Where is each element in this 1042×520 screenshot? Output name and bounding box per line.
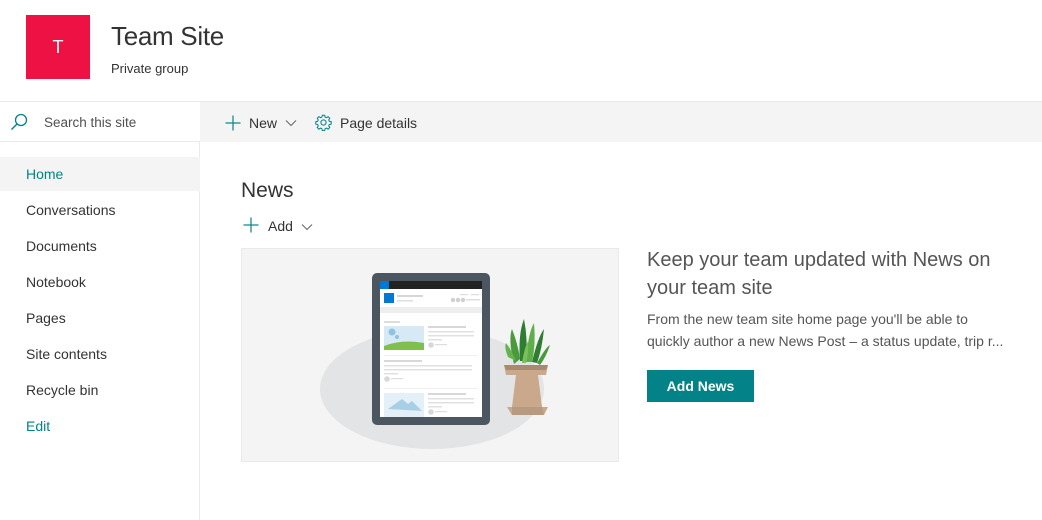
site-title[interactable]: Team Site — [111, 21, 224, 52]
search-input[interactable]: Search this site — [44, 115, 136, 130]
site-header: T Team Site Private group — [0, 0, 1042, 101]
news-description-line-1: From the new team site home page you'll … — [647, 311, 968, 327]
news-description: From the new team site home page you'll … — [647, 308, 1042, 352]
new-button[interactable]: New — [225, 102, 297, 143]
page-details-button[interactable]: Page details — [315, 102, 417, 143]
news-heading: Keep your team updated with News on your… — [647, 249, 991, 299]
sidebar-item-home[interactable]: Home — [0, 157, 200, 191]
add-label: Add — [268, 218, 293, 234]
news-section-title: News — [241, 179, 294, 202]
sidebar-item-site-contents[interactable]: Site contents — [0, 337, 200, 371]
plus-icon — [243, 217, 259, 236]
gear-icon — [315, 114, 332, 131]
command-bar: New Page details — [200, 101, 1042, 142]
site-logo[interactable]: T — [26, 15, 90, 79]
main-content: News Add Keep your team updated with New… — [201, 142, 1042, 520]
site-privacy-label: Private group — [111, 61, 189, 76]
plus-icon — [225, 115, 241, 131]
new-button-label: New — [249, 114, 278, 131]
site-navigation: Home Conversations Documents Notebook Pa… — [0, 142, 200, 520]
sidebar-edit-link[interactable]: Edit — [0, 409, 200, 443]
sidebar-item-conversations[interactable]: Conversations — [0, 193, 200, 227]
news-description-line-2: quickly author a new News Post – a statu… — [647, 333, 1004, 349]
sidebar-item-recycle-bin[interactable]: Recycle bin — [0, 373, 200, 407]
chevron-down-icon — [285, 119, 297, 127]
sidebar-item-documents[interactable]: Documents — [0, 229, 200, 263]
sidebar-item-notebook[interactable]: Notebook — [0, 265, 200, 299]
search-box[interactable]: Search this site — [0, 101, 200, 142]
news-illustration — [241, 248, 619, 462]
add-news-button[interactable]: Add News — [647, 370, 754, 402]
add-news-dropdown[interactable]: Add — [243, 216, 313, 236]
sidebar-item-pages[interactable]: Pages — [0, 301, 200, 335]
site-logo-letter: T — [52, 36, 64, 57]
search-icon[interactable] — [10, 113, 28, 131]
page-details-label: Page details — [340, 114, 418, 131]
chevron-down-icon — [301, 218, 313, 234]
tablet-plant-illustration-icon — [320, 273, 550, 449]
